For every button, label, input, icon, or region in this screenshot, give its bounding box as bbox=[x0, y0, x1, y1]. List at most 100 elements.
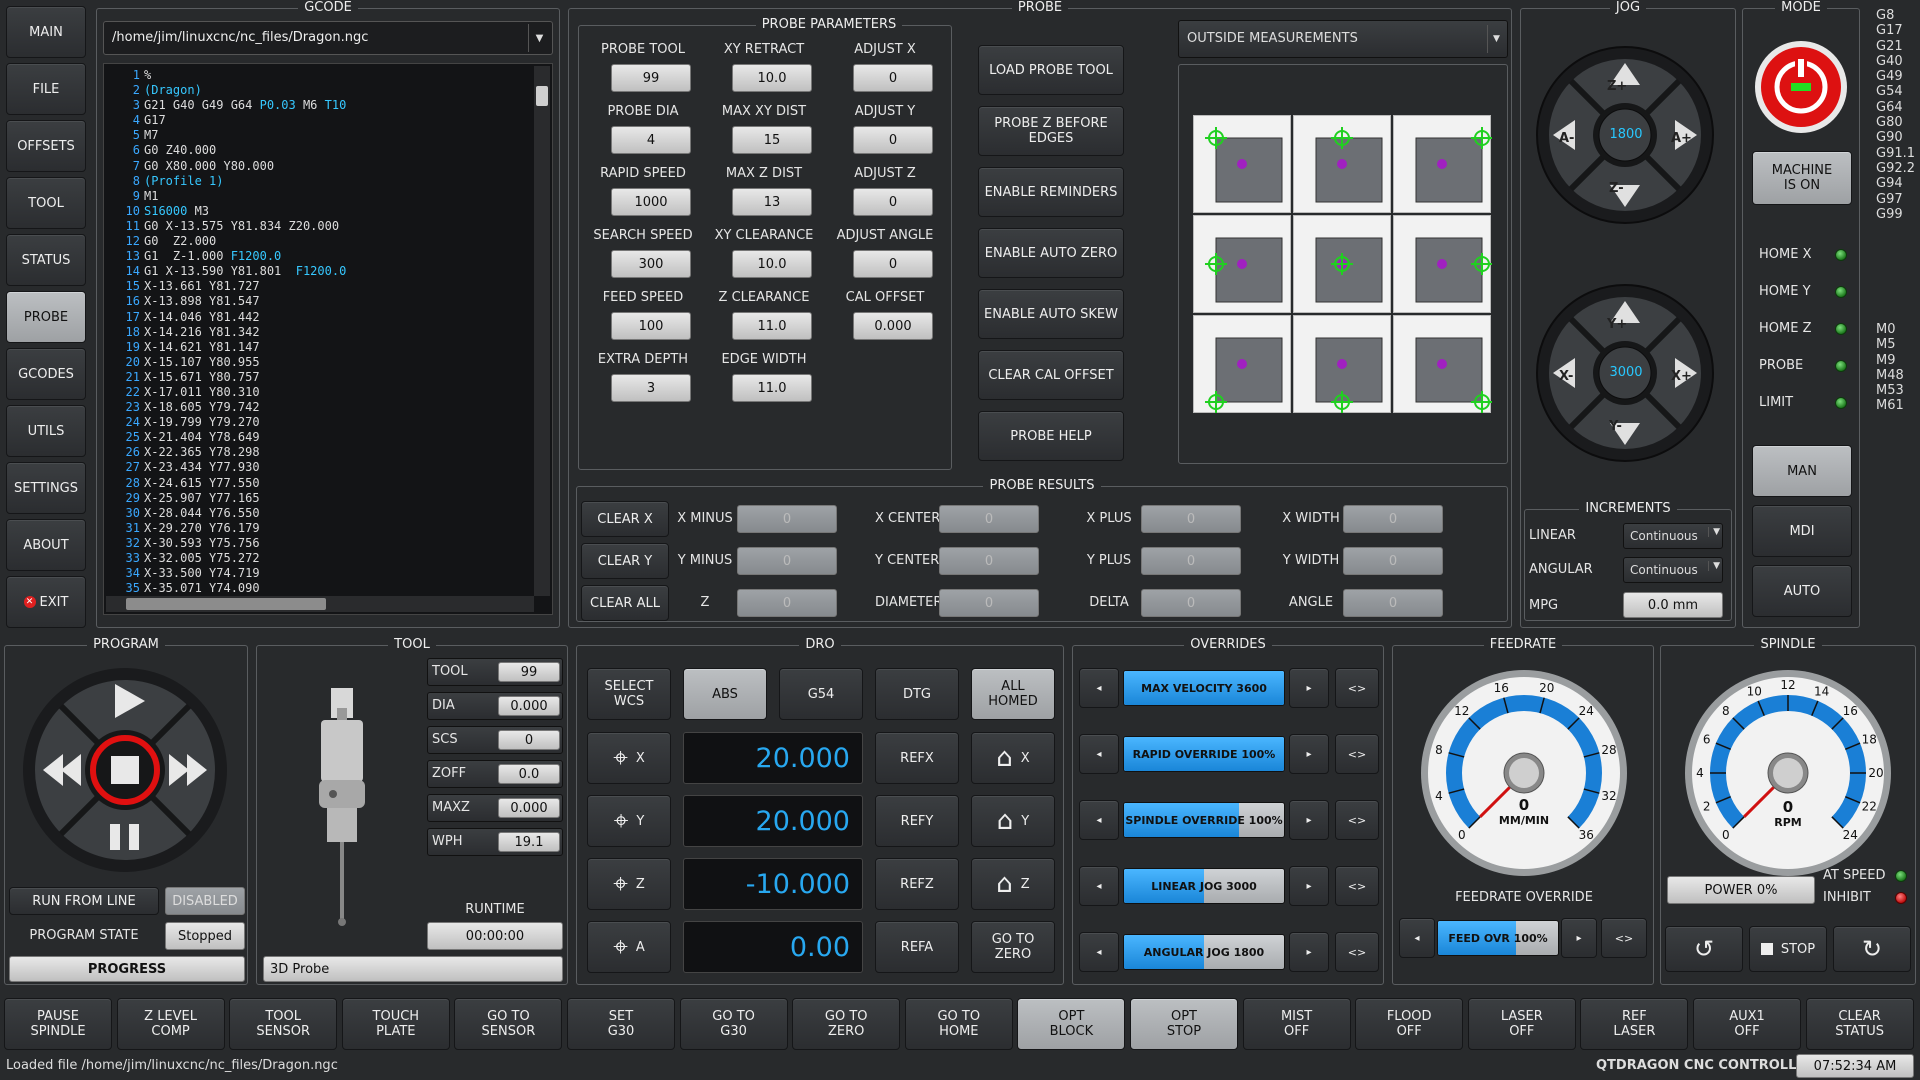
override-reset-button[interactable]: <> bbox=[1335, 932, 1379, 972]
probe-param-max-xy-dist-input[interactable]: 15 bbox=[732, 126, 812, 154]
run-from-line-field[interactable]: DISABLED bbox=[165, 887, 245, 915]
zero-a-button[interactable]: ⌖ A bbox=[587, 921, 671, 973]
program-control-pad[interactable] bbox=[21, 666, 229, 874]
mode-manual-button[interactable]: MAN bbox=[1752, 445, 1852, 497]
gcode-line[interactable]: 1% bbox=[110, 68, 530, 83]
spindle-forward-button[interactable]: ↻ bbox=[1833, 926, 1911, 972]
override-decrease-button[interactable]: ◂ bbox=[1079, 734, 1119, 774]
probe-param-xy-retract-input[interactable]: 10.0 bbox=[732, 64, 812, 92]
probe-routine-cell[interactable] bbox=[1293, 315, 1391, 413]
probe-routine-cell[interactable] bbox=[1393, 315, 1493, 413]
probe-param-cal-offset-input[interactable]: 0.000 bbox=[853, 312, 933, 340]
chevron-down-icon[interactable]: ▼ bbox=[1487, 25, 1505, 53]
angular-increment-select[interactable]: Continuous ▼ bbox=[1623, 557, 1723, 583]
override-increase-button[interactable]: ▸ bbox=[1289, 866, 1329, 906]
probe-routine-cell[interactable] bbox=[1193, 215, 1291, 313]
feed-override-reset-button[interactable]: <> bbox=[1601, 918, 1647, 958]
spindle-reverse-button[interactable]: ↺ bbox=[1665, 926, 1743, 972]
feed-override-increase-button[interactable]: ▸ bbox=[1561, 918, 1597, 958]
gcode-line[interactable]: 6 G0 Z40.000 bbox=[110, 143, 530, 158]
sidebar-about-button[interactable]: ABOUT bbox=[6, 519, 86, 571]
home-y-button[interactable]: ⌂ Y bbox=[971, 795, 1055, 847]
gcode-line[interactable]: 30 X-28.044 Y76.550 bbox=[110, 506, 530, 521]
clear-x-button[interactable]: CLEAR X bbox=[581, 501, 669, 537]
clear-y-button[interactable]: CLEAR Y bbox=[581, 543, 669, 579]
gcode-line[interactable]: 7 G0 X80.000 Y80.000 bbox=[110, 159, 530, 174]
probe-param-feed-speed-input[interactable]: 100 bbox=[611, 312, 691, 340]
go-to-sensor-button[interactable]: GO TO SENSOR bbox=[454, 998, 563, 1050]
gcode-line[interactable]: 33 X-32.005 Y75.272 bbox=[110, 551, 530, 566]
refz-button[interactable]: REFZ bbox=[875, 858, 959, 910]
override-max-velocity-3600-bar[interactable]: MAX VELOCITY 3600 bbox=[1123, 670, 1285, 706]
probe-param-adjust-angle-input[interactable]: 0 bbox=[853, 250, 933, 278]
go-to-zero-button[interactable]: GO TO ZERO bbox=[792, 998, 901, 1050]
probe-help-button[interactable]: PROBE HELP bbox=[978, 411, 1124, 461]
spindle-stop-button[interactable]: STOP bbox=[1749, 926, 1827, 972]
probe-param-adjust-y-input[interactable]: 0 bbox=[853, 126, 933, 154]
override-increase-button[interactable]: ▸ bbox=[1289, 932, 1329, 972]
override-decrease-button[interactable]: ◂ bbox=[1079, 932, 1119, 972]
override-spindle-override-100-bar[interactable]: SPINDLE OVERRIDE 100% bbox=[1123, 802, 1285, 838]
gcode-line[interactable]: 19 X-14.621 Y81.147 bbox=[110, 340, 530, 355]
opt-block-button[interactable]: OPT BLOCK bbox=[1017, 998, 1126, 1050]
gcode-line[interactable]: 34 X-33.500 Y74.719 bbox=[110, 566, 530, 581]
sidebar-exit-button[interactable]: ✕ EXIT bbox=[6, 576, 86, 628]
enable-reminders-button[interactable]: ENABLE REMINDERS bbox=[978, 167, 1124, 217]
zero-z-button[interactable]: ⌖ Z bbox=[587, 858, 671, 910]
probe-param-edge-width-input[interactable]: 11.0 bbox=[732, 374, 812, 402]
gcode-line[interactable]: 2 (Dragon) bbox=[110, 83, 530, 98]
override-decrease-button[interactable]: ◂ bbox=[1079, 800, 1119, 840]
gcode-line[interactable]: 20 X-15.107 Y80.955 bbox=[110, 355, 530, 370]
gcode-line[interactable]: 24 X-19.799 Y79.270 bbox=[110, 415, 530, 430]
sidebar-tool-button[interactable]: TOOL bbox=[6, 177, 86, 229]
gcode-line[interactable]: 8 (Profile 1) bbox=[110, 174, 530, 189]
probe-param-xy-clearance-input[interactable]: 10.0 bbox=[732, 250, 812, 278]
mode-auto-button[interactable]: AUTO bbox=[1752, 565, 1852, 617]
gcode-line[interactable]: 3 G21 G40 G49 G64 P0.03 M6 T10 bbox=[110, 98, 530, 113]
refa-button[interactable]: REFA bbox=[875, 921, 959, 973]
probe-z-before-edges-button[interactable]: PROBE Z BEFORE EDGES bbox=[978, 106, 1124, 156]
go-to-home-button[interactable]: GO TO HOME bbox=[904, 998, 1013, 1050]
gcode-line[interactable]: 9 M1 bbox=[110, 189, 530, 204]
mode-mdi-button[interactable]: MDI bbox=[1752, 505, 1852, 557]
override-rapid-override-100-bar[interactable]: RAPID OVERRIDE 100% bbox=[1123, 736, 1285, 772]
probe-param-adjust-x-input[interactable]: 0 bbox=[853, 64, 933, 92]
override-reset-button[interactable]: <> bbox=[1335, 800, 1379, 840]
probe-param-extra-depth-input[interactable]: 3 bbox=[611, 374, 691, 402]
gcode-line[interactable]: 28 X-24.615 Y77.550 bbox=[110, 476, 530, 491]
load-probe-tool-button[interactable]: LOAD PROBE TOOL bbox=[978, 45, 1124, 95]
override-reset-button[interactable]: <> bbox=[1335, 866, 1379, 906]
vertical-scrollbar[interactable] bbox=[534, 66, 550, 596]
sidebar-utils-button[interactable]: UTILS bbox=[6, 405, 86, 457]
override-increase-button[interactable]: ▸ bbox=[1289, 800, 1329, 840]
gcode-line[interactable]: 29 X-25.907 Y77.165 bbox=[110, 491, 530, 506]
gcode-line[interactable]: 23 X-18.605 Y79.742 bbox=[110, 400, 530, 415]
gcode-line[interactable]: 10 S16000 M3 bbox=[110, 204, 530, 219]
ref-laser-button[interactable]: REF LASER bbox=[1580, 998, 1689, 1050]
gcode-line[interactable]: 12 G0 Z2.000 bbox=[110, 234, 530, 249]
machine-on-button[interactable]: MACHINE IS ON bbox=[1752, 151, 1852, 205]
override-reset-button[interactable]: <> bbox=[1335, 734, 1379, 774]
gcode-line[interactable]: 35 X-35.071 Y74.090 bbox=[110, 581, 530, 596]
sidebar-settings-button[interactable]: SETTINGS bbox=[6, 462, 86, 514]
sidebar-gcodes-button[interactable]: GCODES bbox=[6, 348, 86, 400]
linear-increment-select[interactable]: Continuous ▼ bbox=[1623, 523, 1723, 549]
probe-param-probe-dia-input[interactable]: 4 bbox=[611, 126, 691, 154]
pause-spindle-button[interactable]: PAUSE SPINDLE bbox=[4, 998, 112, 1050]
sidebar-offsets-button[interactable]: OFFSETS bbox=[6, 120, 86, 172]
probe-param-z-clearance-input[interactable]: 11.0 bbox=[732, 312, 812, 340]
gcode-line[interactable]: 13 G1 Z-1.000 F1200.0 bbox=[110, 249, 530, 264]
z-level-comp-button[interactable]: Z LEVEL COMP bbox=[116, 998, 225, 1050]
probe-param-max-z-dist-input[interactable]: 13 bbox=[732, 188, 812, 216]
chevron-down-icon[interactable]: ▼ bbox=[528, 24, 550, 52]
sidebar-main-button[interactable]: MAIN bbox=[6, 6, 86, 58]
gcode-line[interactable]: 25 X-21.404 Y78.649 bbox=[110, 430, 530, 445]
go-to-zero-button[interactable]: GO TO ZERO bbox=[971, 921, 1055, 973]
feed-override-decrease-button[interactable]: ◂ bbox=[1399, 918, 1435, 958]
override-angular-jog-1800-bar[interactable]: ANGULAR JOG 1800 bbox=[1123, 934, 1285, 970]
gcode-line[interactable]: 22 X-17.011 Y80.310 bbox=[110, 385, 530, 400]
probe-routine-cell[interactable] bbox=[1293, 215, 1391, 313]
refy-button[interactable]: REFY bbox=[875, 795, 959, 847]
opt-stop-button[interactable]: OPT STOP bbox=[1130, 998, 1238, 1050]
enable-auto-skew-button[interactable]: ENABLE AUTO SKEW bbox=[978, 289, 1124, 339]
